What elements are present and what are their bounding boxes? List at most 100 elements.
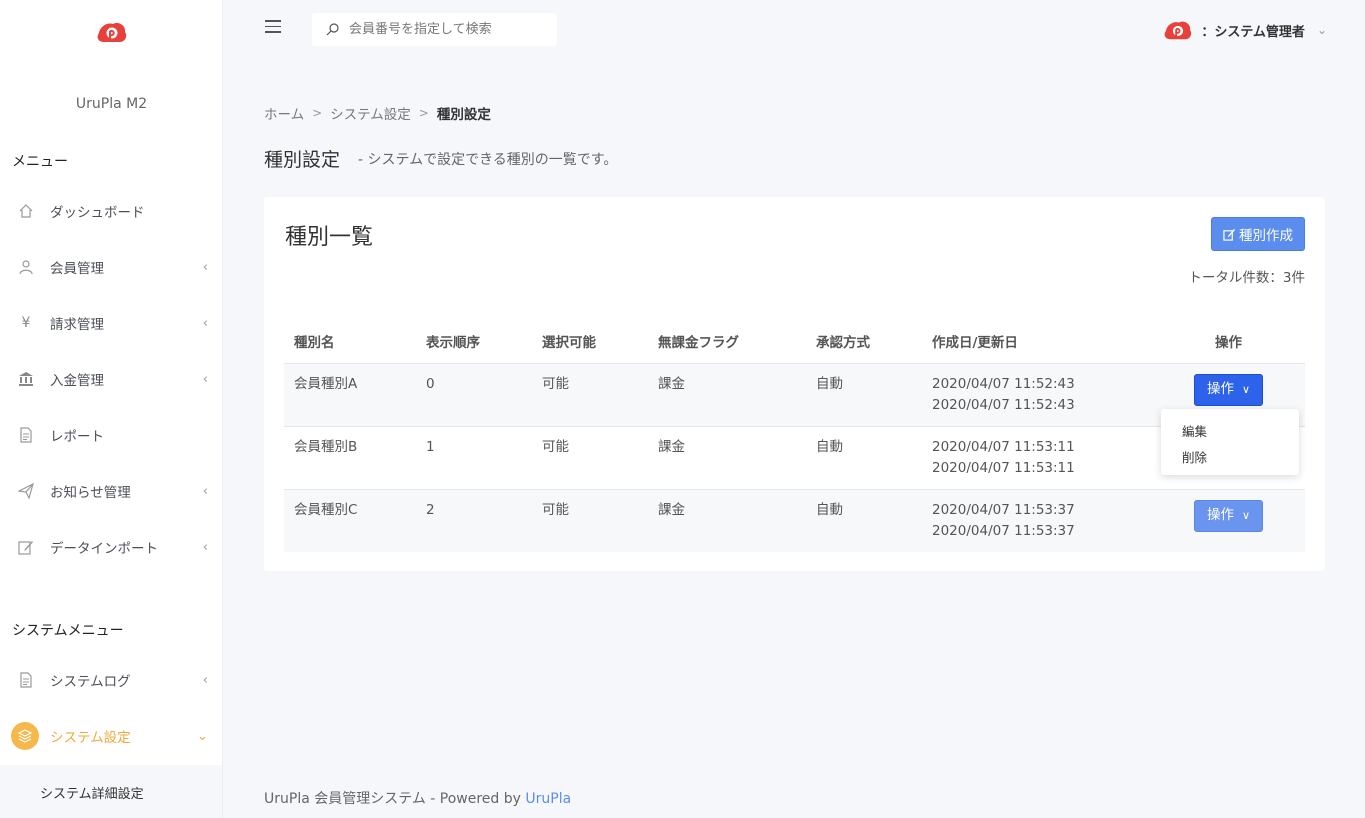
- created-date: 2020/04/07 11:52:43: [932, 375, 1075, 392]
- sidebar-item-label: システムログ: [50, 674, 131, 690]
- column-header: 選択可能: [532, 319, 648, 364]
- cell-order: 1: [416, 426, 532, 490]
- column-header: 承認方式: [806, 319, 922, 364]
- sidebar: UruPla M2 メニュー ダッシュボード 会員管理 ‹ ¥ 請求管理 ‹ 入…: [0, 0, 223, 818]
- yen-icon: ¥: [21, 315, 31, 331]
- breadcrumb-home[interactable]: ホーム: [264, 103, 304, 123]
- chevron-left-icon: ‹: [202, 259, 208, 275]
- edit-icon: [1223, 228, 1236, 241]
- sidebar-item-system-log[interactable]: システムログ ‹: [0, 660, 222, 700]
- user-name: ：システム管理者: [1201, 24, 1305, 40]
- card-title: 種別一覧: [285, 225, 374, 250]
- chevron-left-icon: ‹: [202, 483, 208, 499]
- user-avatar-logo: [1164, 21, 1192, 40]
- sidebar-item-notices[interactable]: お知らせ管理 ‹: [0, 471, 222, 511]
- created-date: 2020/04/07 11:53:11: [932, 438, 1075, 455]
- sidebar-item-data-import[interactable]: データインポート ‹: [0, 527, 222, 567]
- sidebar-item-label: 請求管理: [50, 317, 104, 333]
- create-type-button[interactable]: 種別作成: [1211, 217, 1305, 251]
- updated-date: 2020/04/07 11:53:11: [932, 459, 1075, 476]
- page-title: 種別設定: [264, 149, 341, 171]
- cell-selectable: 可能: [532, 363, 648, 427]
- home-icon: [17, 202, 35, 220]
- system-menu-heading: システムメニュー: [12, 623, 124, 639]
- cell-approval: 自動: [806, 363, 922, 427]
- sidebar-item-label: データインポート: [50, 541, 158, 557]
- cell-flag: 課金: [648, 489, 806, 552]
- menu-item-delete[interactable]: 削除: [1182, 447, 1207, 466]
- chevron-left-icon: ‹: [202, 539, 208, 555]
- search-icon: [326, 23, 339, 36]
- total-count: トータル件数：3件: [1188, 270, 1305, 286]
- footer-link[interactable]: UruPla: [525, 791, 571, 807]
- cell-operation: 操作 ∨: [1152, 489, 1305, 552]
- sidebar-subitem-label: システム詳細設定: [40, 787, 144, 802]
- breadcrumb-separator: >: [418, 106, 429, 120]
- chevron-left-icon: ‹: [202, 371, 208, 387]
- cell-dates: 2020/04/07 11:53:37 2020/04/07 11:53:37: [922, 489, 1152, 552]
- app-name: UruPla M2: [75, 96, 148, 112]
- cell-name: 会員種別A: [284, 363, 416, 427]
- column-header: 作成日/更新日: [922, 319, 1152, 364]
- sidebar-item-members[interactable]: 会員管理 ‹: [0, 247, 222, 287]
- updated-date: 2020/04/07 11:53:37: [932, 522, 1075, 539]
- type-table: 種別名 表示順序 選択可能 無課金フラグ 承認方式 作成日/更新日 操作 会員種…: [284, 319, 1305, 552]
- sidebar-item-label: 入金管理: [50, 373, 104, 389]
- menu-item-edit[interactable]: 編集: [1182, 421, 1207, 440]
- cell-selectable: 可能: [532, 489, 648, 552]
- footer: UruPla 会員管理システム - Powered by UruPla: [264, 788, 571, 808]
- type-list-card: 種別一覧 種別作成 トータル件数：3件 種別名 表示順序 選択可能 無課金フラグ…: [264, 197, 1325, 571]
- column-header: 種別名: [284, 319, 416, 364]
- chevron-down-icon: ⌄: [1316, 23, 1327, 37]
- column-header: 表示順序: [416, 319, 532, 364]
- chevron-down-icon: ∨: [1241, 509, 1251, 522]
- operation-label: 操作: [1206, 381, 1234, 397]
- cell-approval: 自動: [806, 426, 922, 490]
- menu-heading: メニュー: [12, 154, 68, 170]
- search-input[interactable]: [349, 13, 549, 46]
- sidebar-item-label: レポート: [50, 429, 104, 445]
- urupla-logo[interactable]: [96, 18, 128, 46]
- table-row: 会員種別A 0 可能 課金 自動 2020/04/07 11:52:43 202…: [284, 363, 1305, 427]
- search-box: [312, 13, 557, 46]
- operation-dropdown-menu: 編集 削除: [1161, 409, 1299, 475]
- layers-icon: [11, 722, 39, 750]
- operation-button[interactable]: 操作 ∨: [1193, 499, 1264, 532]
- sidebar-item-label: システム設定: [50, 730, 131, 746]
- sidebar-item-dashboard[interactable]: ダッシュボード: [0, 191, 222, 231]
- edit-icon: [17, 538, 35, 556]
- cell-order: 0: [416, 363, 532, 427]
- table-row: 会員種別C 2 可能 課金 自動 2020/04/07 11:53:37 202…: [284, 489, 1305, 552]
- hamburger-menu-icon[interactable]: [265, 20, 281, 34]
- column-header: 無課金フラグ: [648, 319, 806, 364]
- cell-flag: 課金: [648, 426, 806, 490]
- cell-selectable: 可能: [532, 426, 648, 490]
- chevron-left-icon: ‹: [202, 315, 208, 331]
- breadcrumb-parent[interactable]: システム設定: [330, 103, 411, 123]
- create-type-label: 種別作成: [1239, 228, 1293, 244]
- footer-text: UruPla 会員管理システム - Powered by: [264, 791, 526, 807]
- cell-name: 会員種別C: [284, 489, 416, 552]
- table-row: 会員種別B 1 可能 課金 自動 2020/04/07 11:53:11 202…: [284, 426, 1305, 490]
- sidebar-item-system-settings[interactable]: システム設定 ⌄: [0, 716, 222, 756]
- breadcrumb-separator: >: [312, 106, 323, 120]
- sidebar-item-label: 会員管理: [50, 261, 104, 277]
- document-icon: [17, 671, 35, 689]
- cell-dates: 2020/04/07 11:53:11 2020/04/07 11:53:11: [922, 426, 1152, 490]
- chevron-left-icon: ‹: [202, 672, 208, 688]
- sidebar-subitem-system-detail[interactable]: システム詳細設定: [0, 765, 222, 818]
- chevron-down-icon: ∨: [1241, 383, 1251, 396]
- breadcrumb: ホーム > システム設定 > 種別設定: [264, 103, 491, 123]
- sidebar-item-reports[interactable]: レポート: [0, 415, 222, 455]
- operation-button[interactable]: 操作 ∨: [1193, 373, 1264, 406]
- cell-approval: 自動: [806, 489, 922, 552]
- column-header: 操作: [1152, 319, 1305, 364]
- sidebar-item-billing[interactable]: ¥ 請求管理 ‹: [0, 303, 222, 343]
- chevron-down-icon: ⌄: [197, 728, 208, 744]
- sidebar-item-label: お知らせ管理: [50, 485, 131, 501]
- page-subtitle: - システムで設定できる種別の一覧です。: [358, 152, 618, 168]
- table-header-row: 種別名 表示順序 選択可能 無課金フラグ 承認方式 作成日/更新日 操作: [284, 319, 1305, 364]
- sidebar-item-payments[interactable]: 入金管理 ‹: [0, 359, 222, 399]
- updated-date: 2020/04/07 11:52:43: [932, 396, 1075, 413]
- user-menu[interactable]: ：システム管理者 ⌄: [1163, 16, 1327, 44]
